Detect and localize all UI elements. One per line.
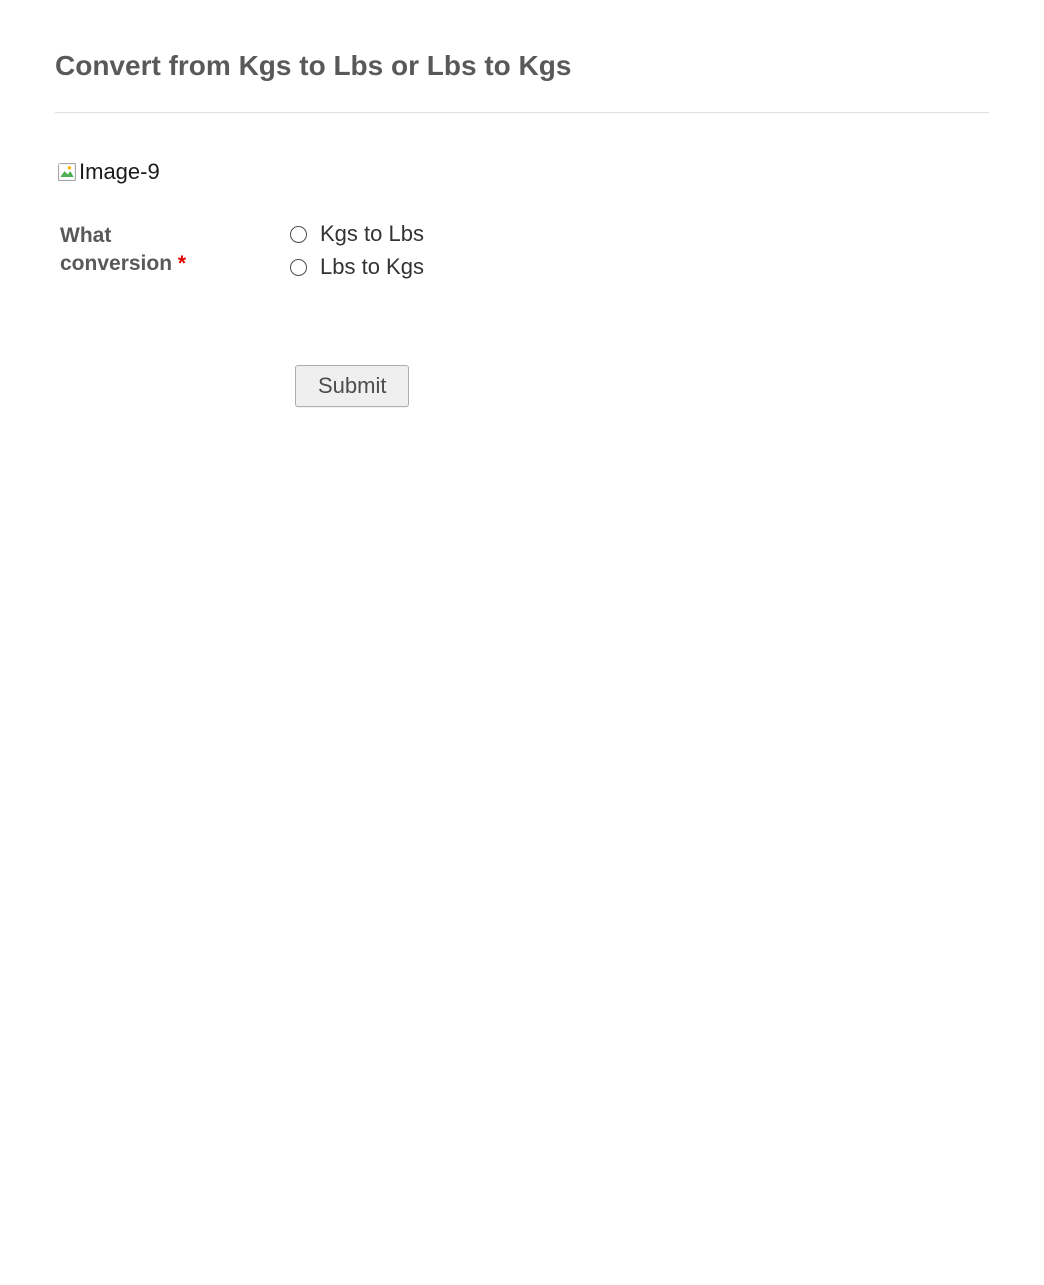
radio-item-kgs-to-lbs[interactable]: Kgs to Lbs	[290, 221, 424, 247]
question-label-line-1: What	[60, 224, 111, 247]
radio-button-lbs-to-kgs[interactable]	[290, 259, 307, 276]
required-indicator: *	[178, 252, 186, 275]
radio-label-lbs-to-kgs[interactable]: Lbs to Kgs	[320, 254, 424, 280]
conversion-radio-group: Kgs to Lbs Lbs to Kgs	[290, 221, 424, 280]
conversion-question-row: What conversion * Kgs to Lbs Lbs to Kgs	[55, 221, 989, 280]
submit-button[interactable]: Submit	[295, 365, 409, 407]
broken-image-icon	[56, 161, 78, 183]
radio-label-kgs-to-lbs[interactable]: Kgs to Lbs	[320, 221, 424, 247]
broken-image-placeholder: Image-9	[55, 158, 161, 186]
submit-row: Submit	[60, 365, 989, 407]
radio-button-kgs-to-lbs[interactable]	[290, 226, 307, 243]
conversion-question-label: What conversion *	[60, 221, 290, 279]
radio-item-lbs-to-kgs[interactable]: Lbs to Kgs	[290, 254, 424, 280]
page-title: Convert from Kgs to Lbs or Lbs to Kgs	[55, 50, 989, 82]
question-label-line-2: conversion	[60, 252, 172, 275]
title-divider	[55, 112, 989, 113]
broken-image-alt-text: Image-9	[79, 159, 160, 185]
